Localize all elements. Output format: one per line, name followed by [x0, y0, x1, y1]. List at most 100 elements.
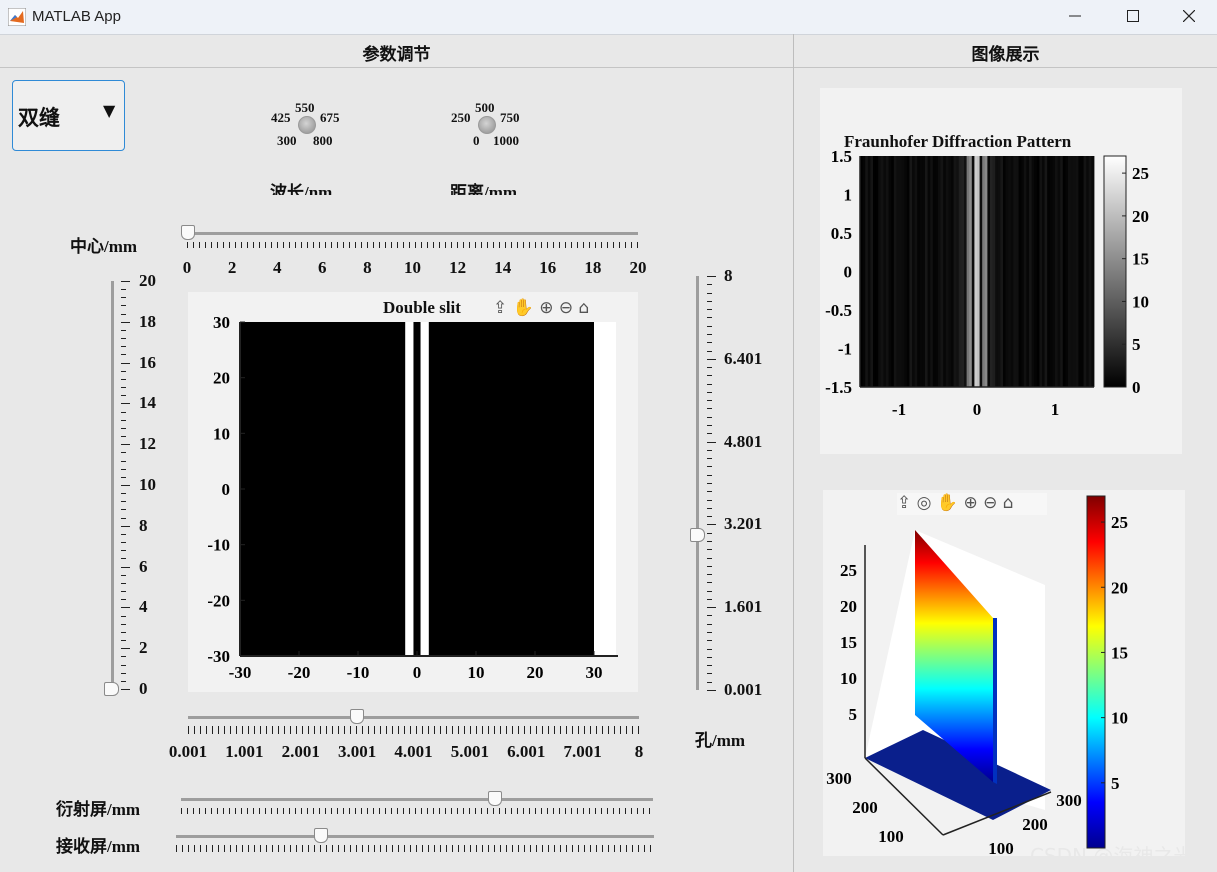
receive-screen-slider-thumb[interactable] [314, 828, 328, 843]
slider-tick-label: 0 [182, 258, 192, 277]
center-slider-track[interactable] [187, 232, 638, 235]
slider-tick [707, 449, 712, 451]
matlab-logo-icon [7, 7, 27, 27]
slider-tick-label: 1.001 [225, 742, 264, 761]
left-vertical-slider-track[interactable] [111, 281, 114, 689]
intensity-column [1083, 156, 1087, 387]
aperture-slider-thumb[interactable] [690, 528, 705, 542]
intensity-column [966, 156, 970, 387]
slider-tick [707, 681, 712, 683]
intensity-column [1057, 156, 1061, 387]
center-slider-thumb[interactable] [181, 225, 195, 240]
x-tick-label: -30 [229, 663, 252, 682]
export-icon[interactable]: ⇪ [897, 493, 911, 513]
slider-tick [121, 419, 126, 421]
intensity-column [956, 156, 960, 387]
zoom-out-icon[interactable]: ⊖ [559, 298, 573, 318]
distance-knob-group: 500 250 750 0 1000 距离/mm [445, 100, 535, 195]
intensity-column [899, 156, 902, 387]
intensity-column [865, 156, 869, 387]
slider-tick [121, 542, 126, 544]
left-vertical-slider-thumb[interactable] [104, 682, 119, 696]
slider-tick [707, 607, 716, 609]
slider-tick-label: 18 [584, 258, 602, 277]
zoom-out-icon[interactable]: ⊖ [983, 493, 997, 513]
slider-tick [707, 358, 716, 360]
y-tick-label: -0.5 [825, 301, 852, 320]
slider-tick-label: 6 [318, 258, 327, 277]
bottom-slider-thumb[interactable] [350, 709, 364, 724]
fraunhofer-axes[interactable]: -1 0 1 1.5 1 0.5 0 -0.5 -1 -1.5 25 20 15 10 5 0 Fraunho… [820, 88, 1182, 454]
slider-tick [121, 672, 126, 674]
slider-tick [121, 566, 130, 568]
surface-axes[interactable]: 25 20 15 10 5 300 200 100 300 200 100 25 20 15 10 5 ⇪ ◎… [823, 490, 1185, 856]
slider-tick [707, 491, 712, 493]
slider-tick [121, 517, 126, 519]
slider-tick-label: 10 [404, 258, 421, 277]
intensity-column [958, 156, 962, 387]
close-button[interactable] [1160, 0, 1217, 32]
pan-hand-icon[interactable]: ✋ [513, 298, 534, 318]
home-icon[interactable]: ⌂ [1003, 493, 1014, 513]
aperture-slider-track[interactable] [696, 276, 699, 690]
intensity-column [1075, 156, 1079, 387]
intensity-column [1081, 156, 1084, 387]
double-slit-axes[interactable]: -30 -20 -10 0 10 20 30 30 20 10 0 -10 -20 -30 Double … [188, 292, 638, 692]
slider-tick [707, 623, 712, 625]
intensity-column [1078, 156, 1082, 387]
intensity-column [904, 156, 908, 387]
intensity-column [930, 156, 934, 387]
intensity-column [1052, 156, 1056, 387]
intensity-column [1042, 156, 1045, 387]
slider-tick [121, 509, 126, 511]
slider-tick [121, 427, 126, 429]
intensity-column [1016, 156, 1019, 387]
rotate-3d-icon[interactable]: ◎ [917, 493, 932, 513]
title-bar: MATLAB App [0, 0, 1217, 35]
slider-tick [707, 656, 712, 658]
diffraction-screen-slider-thumb[interactable] [488, 791, 502, 806]
slider-tick-label: 2 [227, 258, 237, 277]
bottom-slider-track[interactable] [188, 716, 639, 719]
colorbar-tick-label: 20 [1111, 578, 1128, 597]
intensity-column [935, 156, 939, 387]
intensity-column [984, 156, 988, 387]
slider-tick [707, 441, 716, 443]
maximize-button[interactable] [1104, 0, 1162, 32]
slider-tick [121, 354, 126, 356]
intensity-column [1068, 156, 1071, 387]
intensity-column [943, 156, 947, 387]
knob-label: 1000 [493, 133, 519, 148]
slider-tick [707, 540, 712, 542]
slider-tick [121, 501, 126, 503]
slit-opening [420, 322, 429, 656]
zoom-in-icon[interactable]: ⊕ [539, 298, 553, 318]
export-icon[interactable]: ⇪ [493, 298, 507, 318]
minimize-button[interactable] [1046, 0, 1104, 32]
bottom-slider-ticks [188, 726, 640, 734]
mode-dropdown[interactable]: 双缝 ▼ [12, 80, 125, 151]
slider-tick-label: 8 [363, 258, 372, 277]
pan-hand-icon[interactable]: ✋ [937, 493, 958, 513]
slider-tick [121, 485, 130, 486]
panel-header-divider [0, 67, 1217, 68]
slider-tick [121, 615, 126, 617]
intensity-column [1044, 156, 1048, 387]
distance-knob[interactable] [478, 116, 496, 134]
slider-tick [121, 468, 126, 470]
intensity-column [1036, 156, 1040, 387]
knob-label: 250 [451, 110, 471, 125]
receive-screen-slider-track[interactable] [176, 835, 654, 838]
colorbar-tick-label: 5 [1132, 335, 1141, 354]
zoom-in-icon[interactable]: ⊕ [963, 493, 977, 513]
slider-tick [121, 656, 126, 658]
panel-divider [793, 34, 794, 872]
y-tick-label: -1.5 [825, 378, 852, 397]
slider-tick-label: 16 [139, 352, 156, 372]
fraunhofer-title: Fraunhofer Diffraction Pattern [844, 132, 1072, 151]
diffraction-screen-slider-track[interactable] [181, 798, 653, 801]
slider-tick [121, 689, 130, 690]
wavelength-knob[interactable] [298, 116, 316, 134]
home-icon[interactable]: ⌂ [579, 298, 590, 318]
z-tick-label: 5 [849, 705, 858, 724]
